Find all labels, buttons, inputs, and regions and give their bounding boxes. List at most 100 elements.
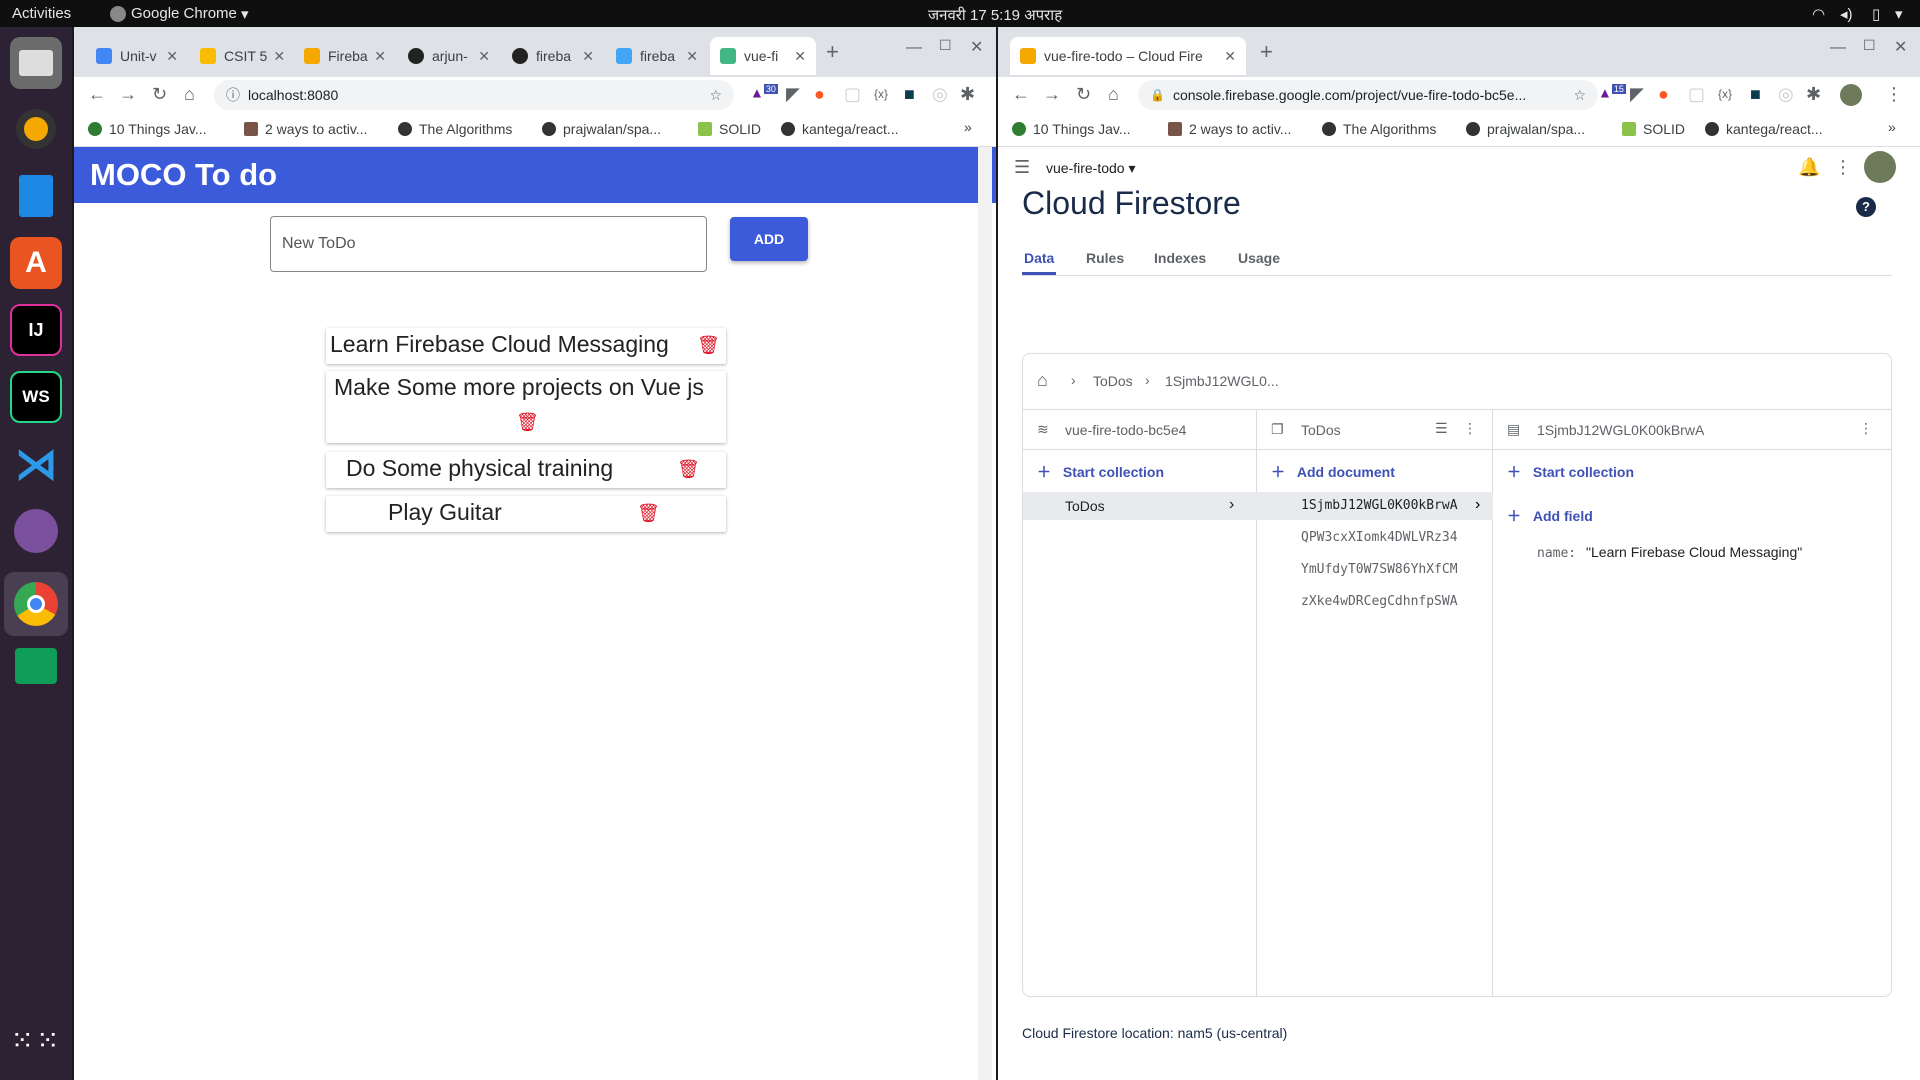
bell-icon[interactable]: 🔔 [1798,157,1820,178]
delete-icon[interactable]: 🗑 [637,503,660,524]
forward-icon[interactable]: → [119,84,137,105]
close-button[interactable]: ✕ [1894,37,1907,57]
more-vert-icon[interactable]: ⋮ [1859,420,1873,437]
bookmark-item[interactable]: 10 Things Jav... [1012,121,1131,137]
delete-icon[interactable]: 🗑 [516,412,539,433]
extension-icon[interactable]: ■ [1750,84,1761,105]
bookmark-star-icon[interactable]: ☆ [1573,87,1586,104]
bookmark-item[interactable]: 10 Things Jav... [88,121,207,137]
tab-4[interactable]: arjun- ✕ [398,37,500,75]
extension-icon[interactable]: ▢ [1688,84,1705,105]
home-icon[interactable]: ⌂ [1108,84,1119,105]
extension-icon[interactable]: ◤ [786,84,800,105]
close-button[interactable]: ✕ [970,37,983,57]
tab-rules[interactable]: Rules [1086,250,1124,266]
extension-icon[interactable]: {x} [1718,87,1732,101]
add-field-button[interactable]: ＋ Add field [1507,506,1593,526]
hamburger-icon[interactable]: ☰ [1014,157,1030,178]
add-button[interactable]: ADD [730,217,808,261]
collection-item-todos[interactable]: ToDos › [1023,492,1257,520]
extension-icon[interactable]: ▲ 15 [1598,84,1626,101]
extension-icon[interactable]: ▢ [844,84,861,105]
account-avatar[interactable] [1864,151,1896,183]
bookmark-item[interactable]: The Algorithms [1322,121,1436,137]
webstorm-icon[interactable]: WS [10,371,62,423]
start-collection-button[interactable]: ＋ Start collection [1037,462,1164,482]
bookmark-item[interactable]: SOLID [1622,121,1685,137]
reload-icon[interactable]: ↻ [152,84,167,105]
extension-icon[interactable]: {x} [874,87,888,101]
bookmark-item[interactable]: kantega/react... [1705,121,1823,137]
bookmark-item[interactable]: SOLID [698,121,761,137]
forward-icon[interactable]: → [1043,84,1061,105]
bookmark-star-icon[interactable]: ☆ [709,87,722,104]
delete-icon[interactable]: 🗑 [677,459,700,480]
bookmark-item[interactable]: kantega/react... [781,121,899,137]
tab-usage[interactable]: Usage [1238,250,1280,266]
minimize-button[interactable]: — [906,39,922,57]
project-selector[interactable]: vue-fire-todo ▾ [1046,160,1136,177]
intellij-icon[interactable]: IJ [10,304,62,356]
help-icon[interactable]: ? [1856,197,1876,217]
document-item[interactable]: zXke4wDRCegCdhnfpSWA [1301,594,1458,609]
activities-button[interactable]: Activities [12,5,71,22]
delete-icon[interactable]: 🗑 [697,335,720,356]
tab-indexes[interactable]: Indexes [1154,250,1206,266]
bookmark-item[interactable]: 2 ways to activ... [1168,121,1291,137]
filter-icon[interactable]: ☰ [1435,420,1448,437]
vscode-icon[interactable]: ⋊ [10,438,62,490]
maximize-button[interactable]: ☐ [1863,37,1876,54]
scrollbar[interactable] [978,147,992,1080]
rhythmbox-icon[interactable] [10,103,62,155]
app-center-icon[interactable]: A [10,237,62,289]
reload-icon[interactable]: ↻ [1076,84,1091,105]
field-row[interactable]: name: "Learn Firebase Cloud Messaging" [1537,544,1802,561]
document-item-selected[interactable]: 1SjmbJ12WGL0K00kBrwA › [1257,492,1493,520]
more-icon[interactable]: ⋮ [1834,157,1852,178]
breadcrumb-todos[interactable]: ToDos [1093,373,1133,389]
puzzle-icon[interactable]: ✱ [960,84,975,105]
maximize-button[interactable]: ☐ [939,37,952,54]
menu-icon[interactable]: ⋮ [1885,84,1903,105]
back-icon[interactable]: ← [88,84,106,105]
extension-icon[interactable]: ◤ [1630,84,1644,105]
extension-icon[interactable]: ◎ [1778,84,1794,105]
chat-icon[interactable] [10,640,62,692]
clock[interactable]: जनवरी 17 5:19 अपराह [928,5,1062,25]
app-menu[interactable]: Google Chrome [131,5,237,22]
chrome-icon[interactable] [4,572,68,636]
system-menu-icon[interactable]: ▾ [1895,5,1903,23]
writer-icon[interactable] [10,170,62,222]
viber-icon[interactable] [10,505,62,557]
address-bar[interactable]: 🔒 console.firebase.google.com/project/vue… [1138,80,1598,110]
tab-7-active[interactable]: vue-fi ✕ [710,37,816,75]
firebase-tab[interactable]: vue-fire-todo – Cloud Fire ✕ [1010,37,1246,75]
files-icon[interactable] [10,37,62,89]
add-document-button[interactable]: ＋ Add document [1271,462,1395,482]
bookmark-item[interactable]: prajwalan/spa... [1466,121,1585,137]
more-bookmarks-icon[interactable]: » [964,119,972,135]
more-vert-icon[interactable]: ⋮ [1463,420,1477,437]
new-todo-input[interactable]: New ToDo [270,216,707,272]
bookmark-item[interactable]: The Algorithms [398,121,512,137]
home-icon[interactable]: ⌂ [184,84,195,105]
document-item[interactable]: QPW3cxXIomk4DWLVRz34 [1301,530,1458,545]
tab-5[interactable]: fireba ✕ [502,37,604,75]
new-tab-button[interactable]: + [1260,39,1273,65]
minimize-button[interactable]: — [1830,39,1846,57]
extension-icon[interactable]: ■ [904,84,915,105]
app-grid-icon[interactable]: ⁙⁙ [10,1014,62,1066]
bookmark-item[interactable]: prajwalan/spa... [542,121,661,137]
document-item[interactable]: YmUfdyT0W7SW86YhXfCM [1301,562,1458,577]
back-icon[interactable]: ← [1012,84,1030,105]
new-tab-button[interactable]: + [826,39,839,65]
tab-6[interactable]: fireba ✕ [606,37,708,75]
extension-icon[interactable]: ◎ [932,84,948,105]
extension-icon[interactable]: ● [1658,84,1669,105]
bookmark-item[interactable]: 2 ways to activ... [244,121,367,137]
breadcrumb-doc[interactable]: 1SjmbJ12WGL0... [1165,373,1279,389]
tab-1[interactable]: Unit-v ✕ [86,37,188,75]
start-collection-button[interactable]: ＋ Start collection [1507,462,1634,482]
tab-3[interactable]: Fireba ✕ [294,37,396,75]
address-bar[interactable]: ⓘ localhost:8080 ☆ [214,80,734,110]
